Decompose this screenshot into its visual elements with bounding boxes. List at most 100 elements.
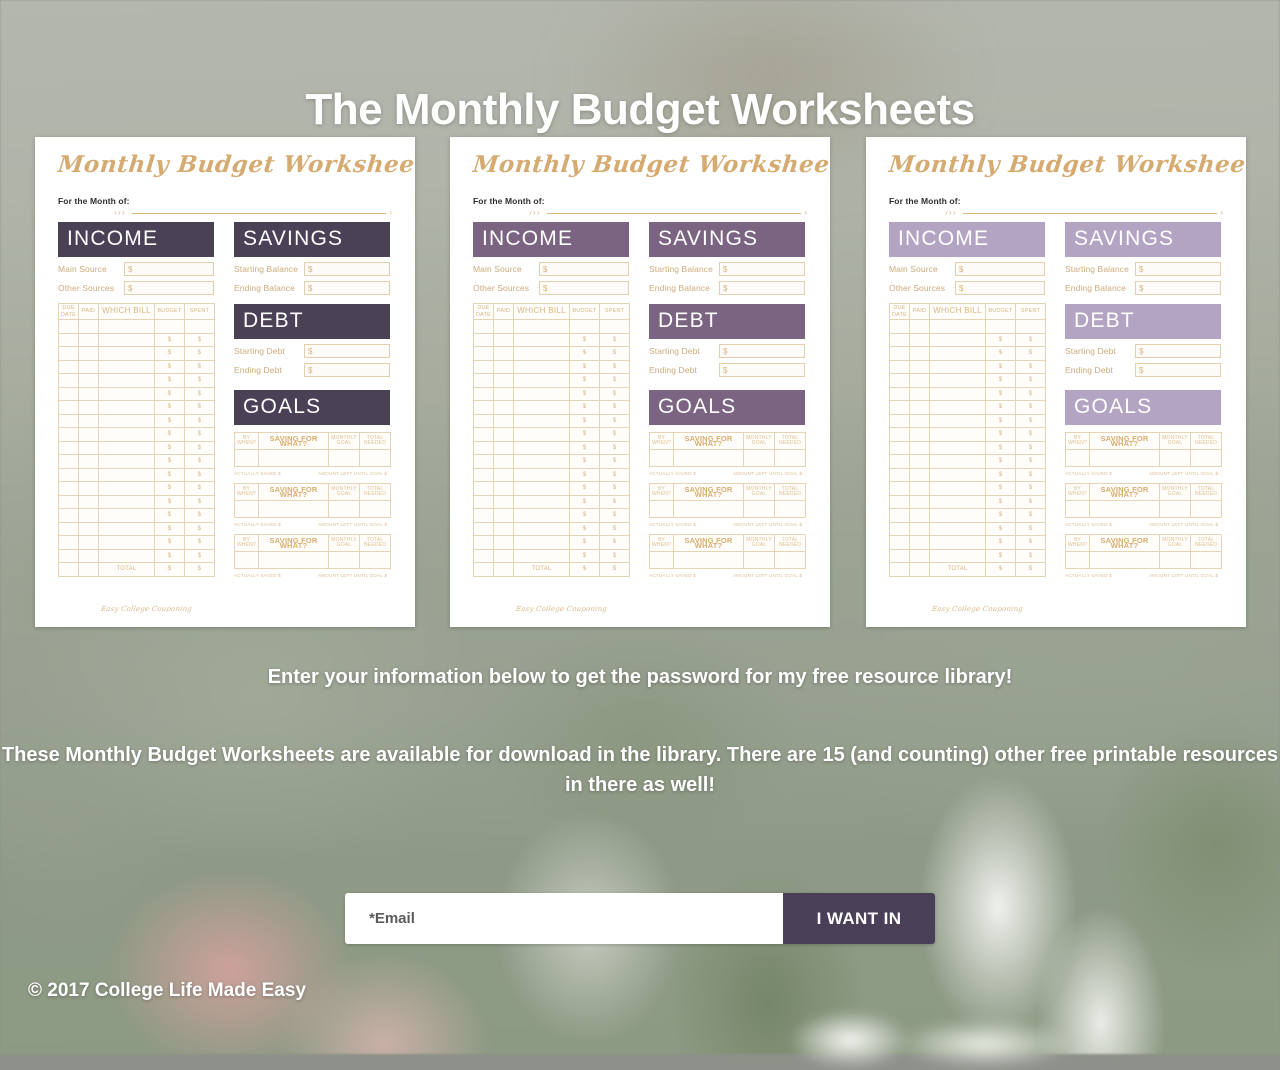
table-cell[interactable] (513, 332, 570, 347)
table-cell[interactable] (513, 427, 570, 442)
table-cell[interactable] (473, 440, 494, 455)
table-row[interactable]: $ $ (58, 346, 215, 361)
table-cell[interactable] (78, 494, 99, 509)
amount-cell[interactable]: $ (569, 332, 600, 347)
amount-cell[interactable]: $ (985, 427, 1016, 442)
table-cell[interactable] (78, 319, 99, 334)
table-cell[interactable] (673, 500, 744, 518)
table-cell[interactable] (929, 332, 986, 347)
table-row[interactable]: $ $ (473, 413, 630, 428)
table-row[interactable]: $ $ (889, 535, 1046, 550)
amount-cell[interactable]: $ (599, 494, 630, 509)
table-cell[interactable] (929, 467, 986, 482)
amount-cell[interactable]: $ (154, 521, 185, 536)
submit-button[interactable]: I WANT IN (783, 893, 935, 944)
table-row[interactable]: $ $ (473, 373, 630, 388)
field-input[interactable]: $ (304, 281, 390, 295)
table-cell[interactable] (929, 427, 986, 442)
amount-cell[interactable]: $ (569, 494, 600, 509)
table-row[interactable]: $ $ (473, 427, 630, 442)
amount-cell[interactable]: $ (569, 508, 600, 523)
amount-cell[interactable]: $ (184, 386, 215, 401)
table-cell[interactable] (889, 467, 910, 482)
table-row[interactable]: $ $ (889, 481, 1046, 496)
table-row[interactable]: $ $ (473, 467, 630, 482)
table-row[interactable]: $ $ (889, 346, 1046, 361)
table-cell[interactable] (473, 319, 494, 334)
table-cell[interactable] (909, 413, 930, 428)
amount-cell[interactable]: $ (599, 548, 630, 563)
table-cell[interactable] (58, 319, 79, 334)
amount-cell[interactable]: $ (154, 508, 185, 523)
amount-cell[interactable]: $ (599, 467, 630, 482)
amount-cell[interactable]: $ (599, 521, 630, 536)
table-cell[interactable] (328, 551, 360, 569)
amount-cell[interactable]: $ (1015, 508, 1046, 523)
table-row[interactable] (649, 449, 806, 467)
email-input[interactable] (345, 893, 783, 944)
table-row[interactable]: $ $ (58, 413, 215, 428)
amount-cell[interactable]: $ (985, 494, 1016, 509)
table-row[interactable]: $ $ (473, 386, 630, 401)
table-cell[interactable] (78, 359, 99, 374)
table-cell[interactable] (58, 494, 79, 509)
table-cell[interactable] (78, 535, 99, 550)
table-row[interactable]: $ $ (58, 535, 215, 550)
table-cell[interactable] (493, 373, 514, 388)
table-cell[interactable] (909, 373, 930, 388)
table-cell[interactable] (493, 481, 514, 496)
table-row[interactable]: $ $ (58, 454, 215, 469)
amount-cell[interactable]: $ (985, 332, 1016, 347)
field-input[interactable]: $ (955, 281, 1045, 295)
amount-cell[interactable]: $ (1015, 481, 1046, 496)
table-cell[interactable] (234, 449, 259, 467)
amount-cell[interactable] (154, 319, 185, 334)
table-cell[interactable] (889, 535, 910, 550)
table-row[interactable] (234, 500, 391, 518)
table-cell[interactable] (98, 400, 155, 415)
table-cell[interactable] (889, 319, 910, 334)
table-row[interactable] (649, 500, 806, 518)
amount-cell[interactable]: $ (599, 440, 630, 455)
table-cell[interactable] (929, 521, 986, 536)
amount-cell[interactable]: $ (569, 413, 600, 428)
table-cell[interactable] (98, 440, 155, 455)
table-cell[interactable] (513, 521, 570, 536)
field-input[interactable]: $ (1135, 344, 1221, 358)
table-cell[interactable] (98, 548, 155, 563)
table-cell[interactable] (743, 551, 775, 569)
table-cell[interactable] (258, 551, 329, 569)
field-input[interactable]: $ (719, 281, 805, 295)
amount-cell[interactable]: $ (985, 508, 1016, 523)
amount-cell[interactable]: $ (1015, 535, 1046, 550)
table-cell[interactable] (58, 481, 79, 496)
field-input[interactable]: $ (1135, 262, 1221, 276)
table-cell[interactable] (1159, 551, 1191, 569)
table-cell[interactable] (909, 359, 930, 374)
table-cell[interactable] (513, 346, 570, 361)
table-row[interactable]: $ $ (889, 386, 1046, 401)
amount-cell[interactable]: $ (985, 386, 1016, 401)
amount-cell[interactable]: $ (985, 454, 1016, 469)
amount-cell[interactable]: $ (1015, 454, 1046, 469)
table-cell[interactable] (909, 521, 930, 536)
table-cell[interactable] (473, 521, 494, 536)
table-cell[interactable] (493, 346, 514, 361)
table-cell[interactable] (909, 508, 930, 523)
table-cell[interactable] (58, 535, 79, 550)
amount-cell[interactable]: $ (184, 508, 215, 523)
table-row[interactable]: $ $ (473, 454, 630, 469)
table-cell[interactable] (1065, 449, 1090, 467)
amount-cell[interactable]: $ (1015, 373, 1046, 388)
field-input[interactable]: $ (539, 281, 629, 295)
table-cell[interactable] (493, 319, 514, 334)
amount-cell[interactable]: $ (154, 359, 185, 374)
table-row[interactable]: $ $ (58, 386, 215, 401)
amount-cell[interactable]: $ (1015, 386, 1046, 401)
table-cell[interactable] (493, 440, 514, 455)
table-cell[interactable] (513, 373, 570, 388)
table-cell[interactable] (98, 427, 155, 442)
table-cell[interactable] (78, 332, 99, 347)
amount-cell[interactable]: $ (184, 548, 215, 563)
table-cell[interactable] (493, 494, 514, 509)
